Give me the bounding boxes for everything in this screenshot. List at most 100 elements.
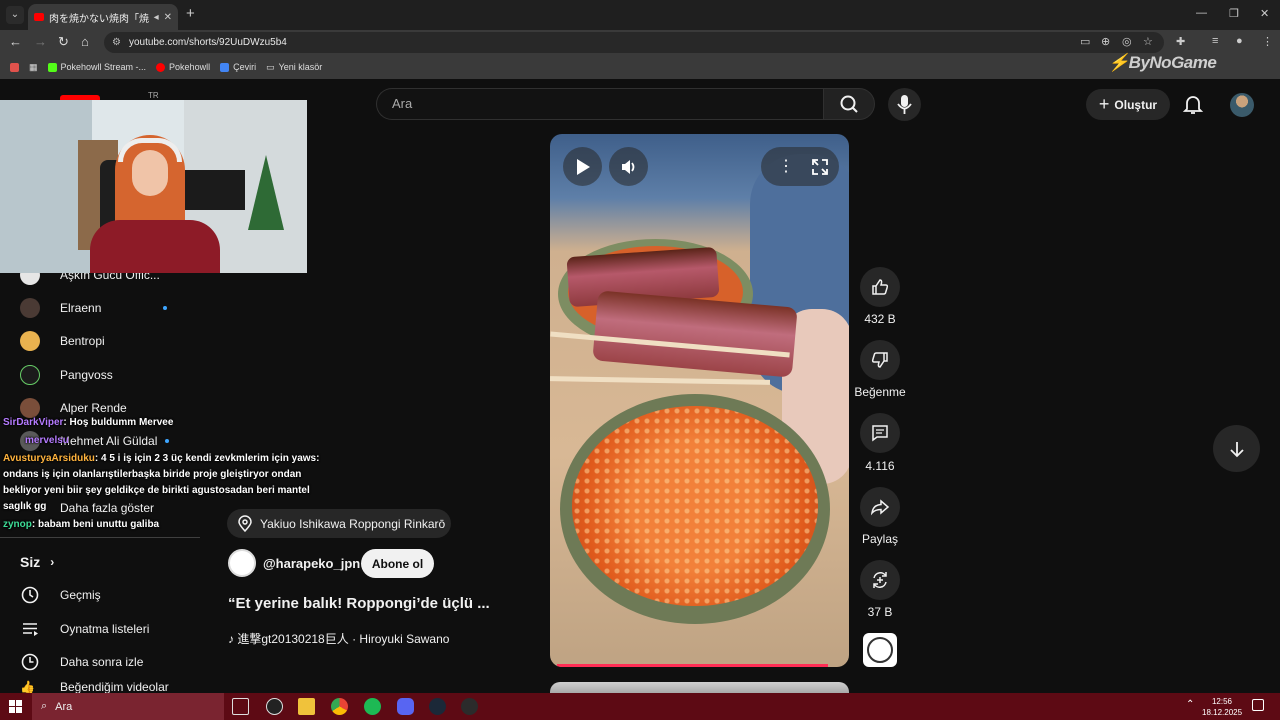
next-short-button[interactable] (1213, 425, 1260, 472)
fullscreen-icon[interactable] (811, 158, 829, 176)
back-icon[interactable]: ← (9, 34, 22, 49)
chat-message: bekliyor yeni biir şey geldikçe de birik… (3, 485, 310, 496)
cast-icon[interactable]: ▭ (1080, 35, 1090, 48)
sidebar-subscription[interactable]: Pangvoss (20, 360, 113, 390)
dislike-label: Beğenme (854, 385, 906, 399)
extensions-icon[interactable]: ✚ (1176, 35, 1185, 48)
location-chip[interactable]: Yakiuo Ishikawa Roppongi Rinkarō (227, 509, 451, 538)
remix-icon (873, 572, 887, 588)
tray-chevron-icon[interactable]: ⌃ (1186, 699, 1194, 710)
bookmark-star-icon[interactable]: ☆ (1143, 35, 1153, 48)
address-bar[interactable]: ⚙ youtube.com/shorts/92UuDWzu5b4 (104, 32, 1164, 53)
steam-icon[interactable] (429, 698, 446, 715)
windows-taskbar: ⌕ Ara ⌃ 12:56 18.12.2025 (0, 693, 1280, 720)
discord-icon[interactable] (397, 698, 414, 715)
channel-avatar (20, 298, 40, 318)
share-label: Paylaş (861, 532, 899, 546)
like-button[interactable] (860, 267, 900, 307)
chat-message: AvusturyaArsiduku: 4 5 i iş için 2 3 üç … (3, 453, 320, 464)
chat-message: ondans iş için olanlarıştilerbaşka birid… (3, 469, 302, 480)
headphones (118, 138, 182, 162)
video-controls-menu: ⋮ (761, 147, 839, 186)
chat-message: zynop: babam beni unuttu galiba (3, 519, 160, 530)
share-button[interactable] (860, 487, 900, 527)
chat-message: saglık gg (3, 501, 47, 512)
restore-button[interactable]: ❐ (1229, 7, 1239, 20)
app-icon[interactable] (461, 698, 478, 715)
channel-logo-icon (867, 637, 893, 663)
playlist-icon (23, 623, 38, 636)
obs-icon[interactable] (266, 698, 283, 715)
short-title[interactable]: “Et yerine balık! Roppongi’de üçlü ... (228, 595, 528, 612)
chat-message: mervelsu (25, 435, 69, 446)
bookmark-item[interactable]: Çeviri (220, 62, 256, 72)
sidebar-divider (0, 537, 200, 538)
clock-date: 18.12.2025 (1202, 708, 1243, 717)
minimize-button[interactable]: — (1196, 7, 1207, 19)
new-tab-button[interactable]: + (186, 5, 195, 22)
chrome-icon[interactable] (331, 698, 348, 715)
channel-name[interactable]: @harapeko_jpn (263, 556, 360, 571)
taskbar-search[interactable]: ⌕ Ara (32, 693, 224, 720)
sidebar-item-history[interactable]: Geçmiş (20, 580, 101, 610)
video-progress-bar[interactable] (557, 664, 828, 667)
create-button[interactable]: + Oluştur (1086, 89, 1170, 120)
search-button[interactable] (823, 88, 875, 120)
notifications-button[interactable] (1181, 92, 1205, 116)
browser-menu-icon[interactable]: ⋮ (1262, 35, 1273, 48)
bell-icon (1182, 96, 1204, 114)
tab-search-button[interactable]: ⌄ (6, 6, 24, 24)
reload-icon[interactable]: ↻ (58, 34, 69, 50)
apps-grid-icon[interactable]: ▦ (29, 62, 38, 73)
bookmark-item[interactable]: Pokehowll (156, 62, 210, 72)
subscribe-button[interactable]: Abone ol (361, 549, 434, 578)
voice-search-button[interactable] (888, 88, 921, 121)
plus-icon: + (1098, 94, 1110, 114)
comments-button[interactable] (860, 413, 900, 453)
zoom-icon[interactable]: ⊕ (1101, 35, 1110, 48)
music-credit[interactable]: ♪ 進撃gt20130218巨人 · Hiroyuki Sawano (228, 630, 449, 647)
speaker-icon[interactable]: ◂ (154, 12, 159, 23)
search-input[interactable]: Ara (376, 88, 823, 120)
tab-title: 肉を焼かない焼肉「焼きうお」 (49, 13, 149, 25)
sidebar-subscription[interactable]: Bentropi (20, 326, 105, 356)
site-info-icon[interactable]: ⚙ (112, 37, 121, 48)
file-explorer-icon[interactable] (298, 698, 315, 715)
channel-thumbnail-button[interactable] (863, 633, 897, 667)
sidebar-subscription[interactable]: Elraenn (20, 293, 167, 323)
reading-list-icon[interactable]: ≡ (1212, 35, 1218, 47)
forward-icon[interactable]: → (34, 34, 47, 49)
notification-center-icon[interactable] (1252, 699, 1264, 711)
channel-avatar[interactable] (228, 549, 256, 577)
comment-count: 4.116 (865, 459, 895, 473)
system-clock[interactable]: 12:56 18.12.2025 (1202, 696, 1242, 718)
play-button[interactable] (563, 147, 602, 186)
sidebar-item-watch-later[interactable]: Daha sonra izle (20, 647, 143, 677)
dislike-button[interactable] (860, 340, 900, 380)
eye-off-icon[interactable]: ◎ (1122, 35, 1132, 48)
profile-icon[interactable]: ● (1236, 35, 1243, 47)
browser-tab-active[interactable]: 肉を焼かない焼肉「焼きうお」 ◂ ✕ (28, 4, 178, 30)
close-icon[interactable]: ✕ (164, 12, 172, 23)
sidebar-item-playlists[interactable]: Oynatma listeleri (20, 614, 149, 644)
bookmark-folder[interactable]: ▭ Yeni klasör (266, 62, 322, 73)
location-pin-icon (238, 514, 252, 532)
home-icon[interactable]: ⌂ (81, 34, 89, 49)
account-avatar[interactable] (1230, 93, 1254, 117)
short-video-player[interactable]: ⋮ (550, 134, 849, 667)
remix-button[interactable] (860, 560, 900, 600)
channel-avatar (20, 331, 40, 351)
chat-message: SirDarkViper: Hoş buldumm Mervee (3, 417, 174, 428)
thumbs-down-icon (871, 352, 888, 368)
spotify-icon[interactable] (364, 698, 381, 715)
bookmark-item[interactable]: Pokehowll Stream -... (47, 62, 146, 72)
task-view-icon[interactable] (232, 698, 249, 715)
close-window-button[interactable]: ✕ (1260, 7, 1269, 20)
windows-start-icon[interactable] (9, 700, 22, 713)
sidebar-you-header[interactable]: Siz › (20, 547, 54, 577)
sidebar-item-liked[interactable]: 👍 Beğendiğim videolar (20, 680, 169, 693)
history-icon (21, 586, 39, 604)
more-options-icon[interactable]: ⋮ (778, 156, 794, 176)
mute-button[interactable] (609, 147, 648, 186)
bookmark-stop-icon[interactable] (10, 62, 23, 72)
